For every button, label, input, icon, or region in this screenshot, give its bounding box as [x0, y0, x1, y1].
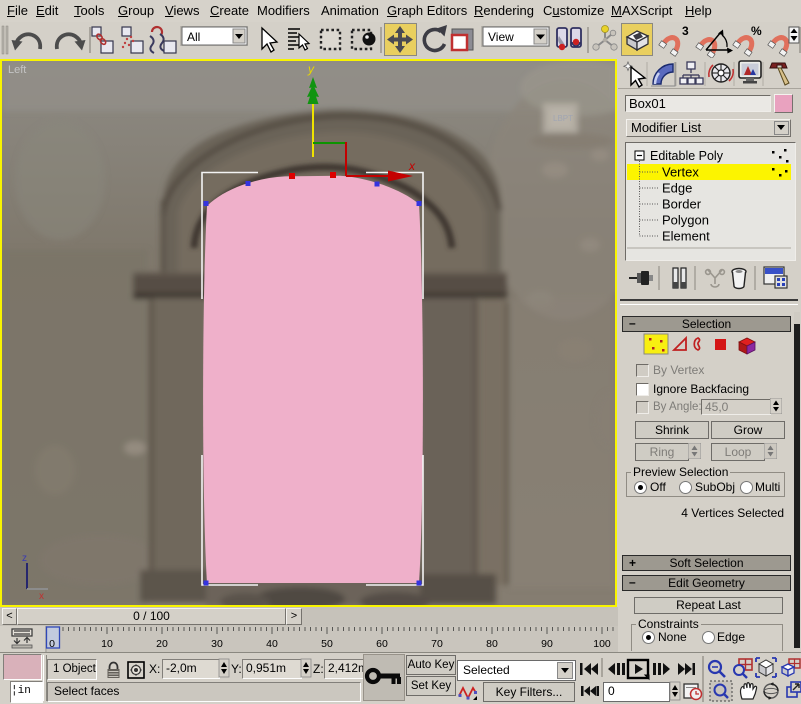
svg-text:70: 70 [431, 638, 443, 650]
svg-text:50: 50 [321, 638, 333, 650]
svg-text:Edge: Edge [662, 181, 692, 196]
svg-text:40: 40 [266, 638, 278, 650]
svg-text:30: 30 [211, 638, 223, 650]
svg-text:x: x [408, 159, 416, 173]
svg-text:90: 90 [541, 638, 553, 650]
svg-text:100: 100 [593, 638, 611, 650]
svg-text:All: All [187, 30, 200, 44]
svg-text:x: x [39, 591, 44, 602]
svg-text:10: 10 [101, 638, 113, 650]
svg-text:80: 80 [486, 638, 498, 650]
svg-text:y: y [307, 62, 315, 76]
svg-text:3: 3 [682, 24, 689, 38]
svg-text:LBPT: LBPT [553, 114, 573, 123]
svg-text:Element: Element [662, 229, 710, 244]
svg-text:0: 0 [49, 638, 55, 650]
svg-text:Border: Border [662, 197, 702, 212]
svg-text:Editable Poly: Editable Poly [650, 149, 724, 163]
svg-text:%: % [751, 24, 762, 38]
svg-text:Left: Left [8, 64, 26, 76]
svg-text:60: 60 [376, 638, 388, 650]
svg-text:20: 20 [156, 638, 168, 650]
svg-text:Polygon: Polygon [662, 213, 709, 228]
svg-text:View: View [488, 30, 514, 44]
svg-text:z: z [22, 553, 27, 564]
svg-text:Vertex: Vertex [662, 165, 699, 180]
